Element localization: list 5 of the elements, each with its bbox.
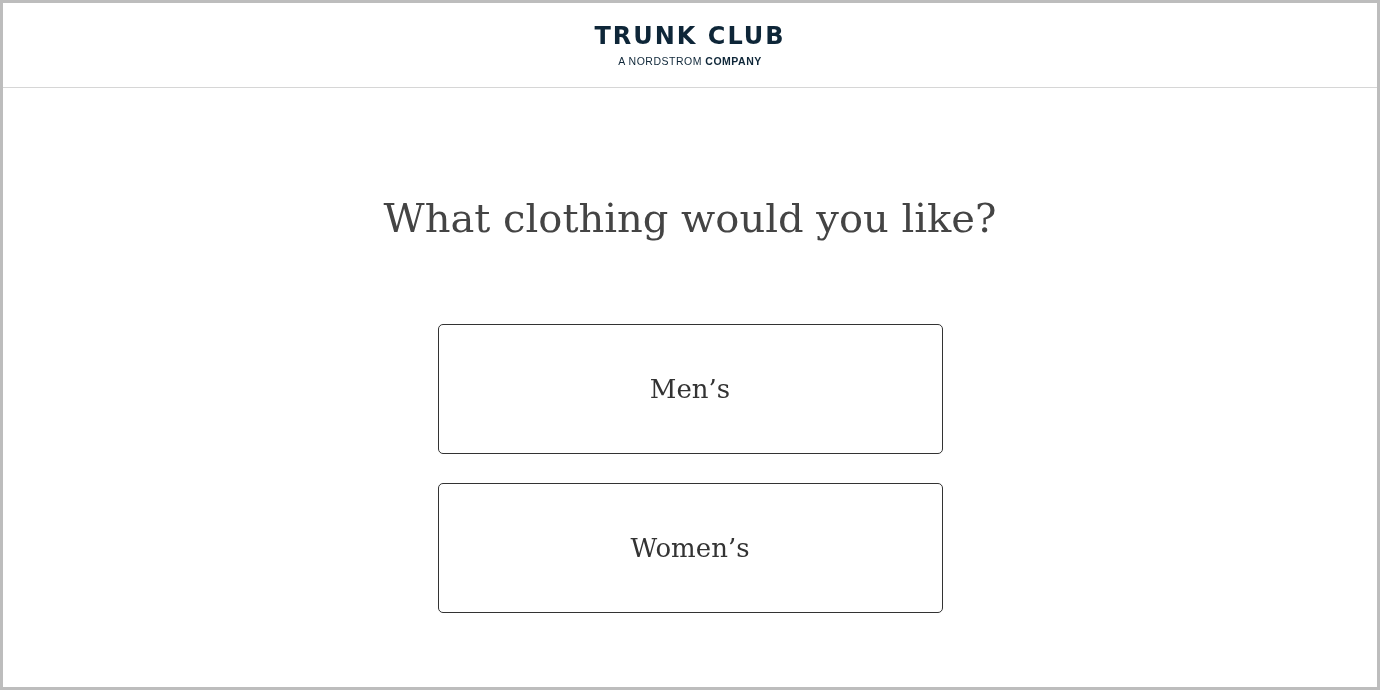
option-button[interactable]: Women’s bbox=[437, 483, 943, 613]
option-button[interactable]: Men’s bbox=[437, 324, 943, 454]
tagline: A NORDSTROM COMPANY bbox=[618, 54, 762, 69]
question-heading: What clothing would you like? bbox=[383, 194, 997, 243]
logo[interactable]: TRUNK CLUB bbox=[594, 24, 786, 48]
